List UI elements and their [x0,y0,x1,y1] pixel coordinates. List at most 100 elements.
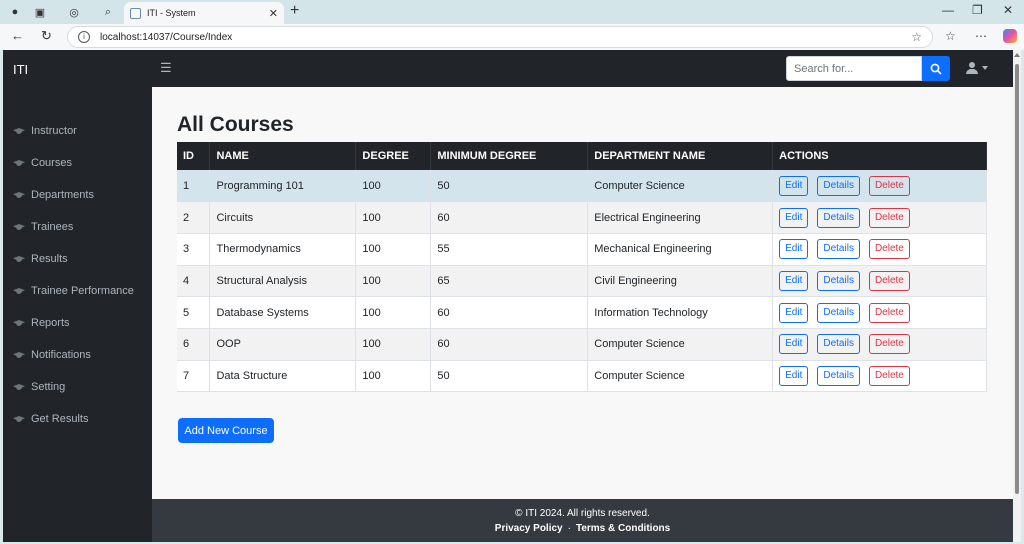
cell-degree: 100 [355,201,432,234]
reload-icon[interactable]: ↻ [41,28,52,44]
cell-department: Computer Science [587,328,774,361]
sidebar-item-label: Notifications [31,349,91,361]
favorites-icon[interactable]: ☆ [945,29,956,43]
courses-table: ID NAME DEGREE MINIMUM DEGREE DEPARTMENT… [177,142,987,393]
search-input[interactable] [786,56,922,81]
delete-button[interactable]: Delete [868,302,910,323]
delete-button[interactable]: Delete [868,365,910,386]
graduation-cap-icon [13,415,25,423]
sidebar-item-departments[interactable]: Departments [13,187,94,203]
page-viewport: ITI Instructor Courses Departments Train… [3,50,1021,542]
details-button[interactable]: Details [817,334,860,355]
cell-id: 3 [177,233,211,266]
scroll-up-icon[interactable] [1014,53,1020,57]
sidebar-item-label: Departments [31,189,94,201]
copyright-text: © ITI 2024. All rights reserved. [515,508,650,519]
delete-button[interactable]: Delete [868,334,910,355]
favorite-star-icon[interactable]: ☆ [911,30,922,44]
sidebar-item-notifications[interactable]: Notifications [13,347,91,363]
privacy-policy-link[interactable]: Privacy Policy [495,523,563,534]
table-row: 4 Structural Analysis 100 65 Civil Engin… [177,265,987,298]
graduation-cap-icon [13,287,25,295]
new-tab-icon[interactable]: + [290,2,299,20]
sidebar-item-label: Courses [31,157,72,169]
cell-degree: 100 [355,233,432,266]
edit-button[interactable]: Edit [779,239,809,260]
details-button[interactable]: Details [817,239,860,260]
table-row: 2 Circuits 100 60 Electrical Engineering… [177,201,987,234]
active-tab[interactable]: ITI - System ✕ [124,2,284,24]
site-info-icon[interactable]: i [78,31,90,43]
sidebar-toggle-icon[interactable]: ☰ [160,60,172,76]
graduation-cap-icon [13,255,25,263]
sidebar-item-setting[interactable]: Setting [13,379,65,395]
edit-button[interactable]: Edit [779,175,809,196]
minimize-icon[interactable]: — [942,3,954,17]
sidebar-item-instructor[interactable]: Instructor [13,123,77,139]
footer-links: Privacy Policy · Terms & Conditions [152,523,1013,534]
cell-department: Civil Engineering [587,265,774,298]
sidebar-item-reports[interactable]: Reports [13,315,70,331]
url-field[interactable]: i localhost:14037/Course/Index ☆ [67,26,933,48]
sidebar-item-label: Get Results [31,413,89,425]
search-button[interactable] [922,56,950,81]
edit-button[interactable]: Edit [779,270,809,291]
delete-button[interactable]: Delete [868,207,910,228]
sidebar-item-get-results[interactable]: Get Results [13,411,88,427]
column-header-name: NAME [209,142,357,170]
edit-button[interactable]: Edit [779,302,809,323]
details-button[interactable]: Details [817,270,860,291]
tab-actions-icon[interactable]: ▣ [32,4,48,20]
pinned-tab-icon[interactable]: ◎ [66,4,82,20]
cell-actions: Edit Details Delete [772,296,987,329]
profile-icon[interactable]: ● [7,4,23,20]
cell-actions: Edit Details Delete [772,360,987,393]
cell-id: 5 [177,296,211,329]
edit-button[interactable]: Edit [779,334,809,355]
sidebar-item-results[interactable]: Results [13,251,68,267]
close-tab-icon[interactable]: ✕ [269,7,278,20]
close-window-icon[interactable]: ✕ [1003,3,1013,17]
tab-title: ITI - System [147,8,196,18]
browser-address-bar: ← ↻ i localhost:14037/Course/Index ☆ ☆ ⋯ [0,24,1024,50]
delete-button[interactable]: Delete [868,239,910,260]
details-button[interactable]: Details [817,302,860,323]
cell-name: Circuits [209,201,357,234]
sidebar-item-courses[interactable]: Courses [13,155,72,171]
restore-icon[interactable]: ❐ [972,3,983,17]
sidebar-item-label: Trainee Performance [31,285,134,297]
add-new-course-button[interactable]: Add New Course [178,418,274,443]
edit-button[interactable]: Edit [779,207,809,228]
cell-department: Mechanical Engineering [587,233,774,266]
details-button[interactable]: Details [817,175,860,196]
sidebar-item-trainee-performance[interactable]: Trainee Performance [13,283,134,299]
page-title: All Courses [177,113,294,136]
pinned-search-tab-icon[interactable]: ⌕ [100,4,116,20]
copilot-icon[interactable] [1003,29,1017,43]
sidebar-item-trainees[interactable]: Trainees [13,219,73,235]
cell-name: Data Structure [209,360,357,393]
user-menu[interactable] [966,62,988,74]
graduation-cap-icon [13,223,25,231]
more-options-icon[interactable]: ⋯ [975,29,987,43]
details-button[interactable]: Details [817,365,860,386]
cell-actions: Edit Details Delete [772,201,987,234]
table-row: 5 Database Systems 100 60 Information Te… [177,296,987,329]
scrollbar-thumb[interactable] [1015,64,1019,494]
delete-button[interactable]: Delete [868,175,910,196]
delete-button[interactable]: Delete [868,270,910,291]
table-header-row: ID NAME DEGREE MINIMUM DEGREE DEPARTMENT… [177,142,987,170]
sidebar-item-label: Trainees [31,221,74,233]
details-button[interactable]: Details [817,207,860,228]
brand-logo[interactable]: ITI [13,62,28,77]
column-header-minimum-degree: MINIMUM DEGREE [430,142,589,170]
cell-id: 7 [177,360,211,393]
terms-link[interactable]: Terms & Conditions [576,523,670,534]
user-icon [966,62,978,74]
page-favicon-icon [130,7,141,19]
cell-name: Structural Analysis [209,265,357,298]
sidebar-item-label: Instructor [31,125,77,137]
cell-name: Programming 101 [209,170,357,203]
edit-button[interactable]: Edit [779,365,809,386]
back-icon[interactable]: ← [11,28,24,43]
